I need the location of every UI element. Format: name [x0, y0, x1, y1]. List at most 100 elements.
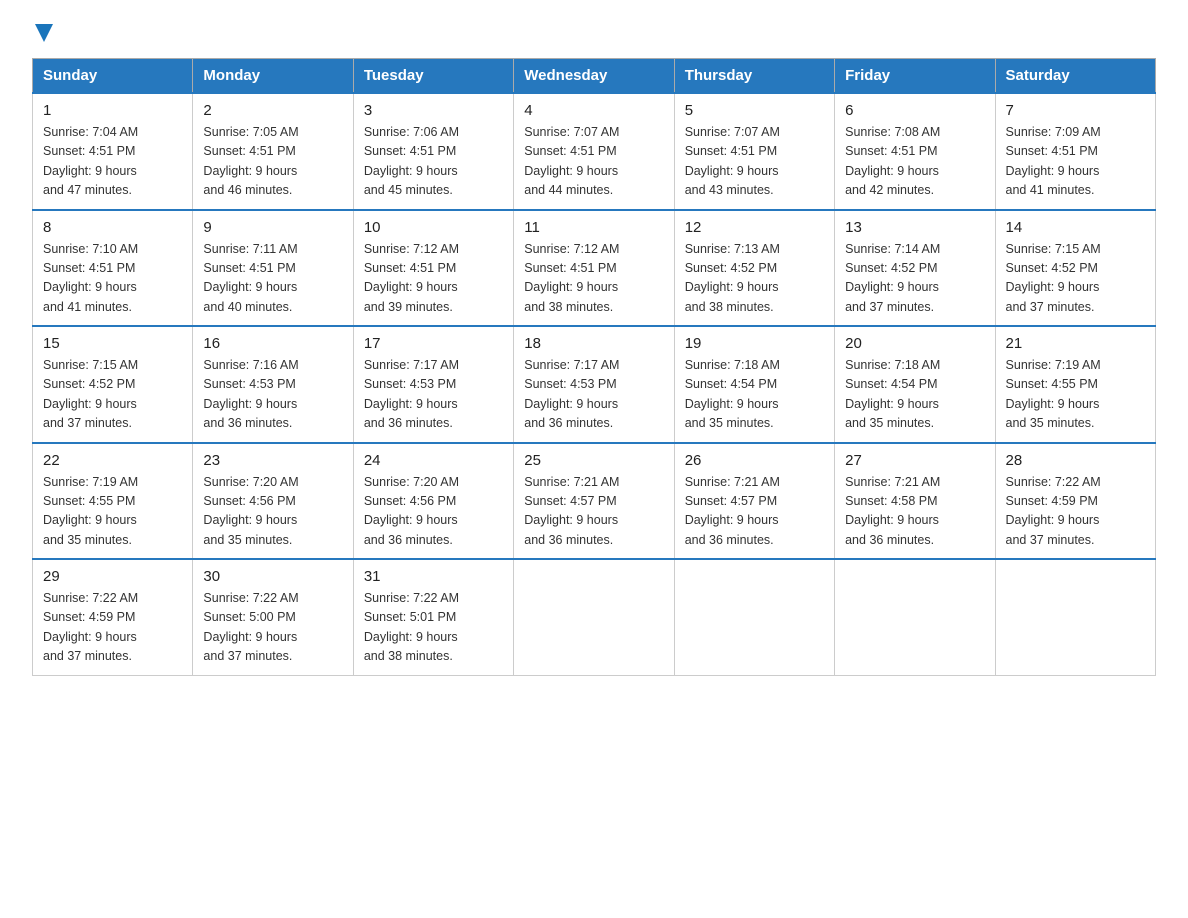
- day-info: Sunrise: 7:20 AM Sunset: 4:56 PM Dayligh…: [364, 473, 503, 551]
- calendar-cell: 5 Sunrise: 7:07 AM Sunset: 4:51 PM Dayli…: [674, 93, 834, 210]
- weekday-header-monday: Monday: [193, 59, 353, 94]
- logo: [32, 24, 53, 42]
- calendar-cell: 3 Sunrise: 7:06 AM Sunset: 4:51 PM Dayli…: [353, 93, 513, 210]
- day-number: 26: [685, 452, 824, 469]
- day-info: Sunrise: 7:22 AM Sunset: 5:00 PM Dayligh…: [203, 589, 342, 667]
- day-info: Sunrise: 7:15 AM Sunset: 4:52 PM Dayligh…: [43, 356, 182, 434]
- day-info: Sunrise: 7:10 AM Sunset: 4:51 PM Dayligh…: [43, 240, 182, 318]
- day-info: Sunrise: 7:04 AM Sunset: 4:51 PM Dayligh…: [43, 123, 182, 201]
- day-number: 24: [364, 452, 503, 469]
- day-number: 2: [203, 102, 342, 119]
- calendar-cell: 16 Sunrise: 7:16 AM Sunset: 4:53 PM Dayl…: [193, 326, 353, 443]
- logo-triangle-icon: [35, 24, 53, 42]
- calendar-cell: [674, 559, 834, 675]
- calendar-cell: 9 Sunrise: 7:11 AM Sunset: 4:51 PM Dayli…: [193, 210, 353, 327]
- week-row-2: 8 Sunrise: 7:10 AM Sunset: 4:51 PM Dayli…: [33, 210, 1156, 327]
- day-number: 30: [203, 568, 342, 585]
- day-number: 7: [1006, 102, 1145, 119]
- day-info: Sunrise: 7:19 AM Sunset: 4:55 PM Dayligh…: [1006, 356, 1145, 434]
- day-info: Sunrise: 7:07 AM Sunset: 4:51 PM Dayligh…: [685, 123, 824, 201]
- calendar-cell: 2 Sunrise: 7:05 AM Sunset: 4:51 PM Dayli…: [193, 93, 353, 210]
- day-info: Sunrise: 7:22 AM Sunset: 4:59 PM Dayligh…: [43, 589, 182, 667]
- day-number: 22: [43, 452, 182, 469]
- day-number: 9: [203, 219, 342, 236]
- day-number: 1: [43, 102, 182, 119]
- day-number: 29: [43, 568, 182, 585]
- day-number: 13: [845, 219, 984, 236]
- day-number: 11: [524, 219, 663, 236]
- day-info: Sunrise: 7:18 AM Sunset: 4:54 PM Dayligh…: [685, 356, 824, 434]
- day-info: Sunrise: 7:21 AM Sunset: 4:57 PM Dayligh…: [524, 473, 663, 551]
- day-number: 4: [524, 102, 663, 119]
- day-info: Sunrise: 7:17 AM Sunset: 4:53 PM Dayligh…: [524, 356, 663, 434]
- calendar-cell: 21 Sunrise: 7:19 AM Sunset: 4:55 PM Dayl…: [995, 326, 1155, 443]
- day-info: Sunrise: 7:15 AM Sunset: 4:52 PM Dayligh…: [1006, 240, 1145, 318]
- calendar-cell: 24 Sunrise: 7:20 AM Sunset: 4:56 PM Dayl…: [353, 443, 513, 560]
- day-number: 27: [845, 452, 984, 469]
- day-info: Sunrise: 7:05 AM Sunset: 4:51 PM Dayligh…: [203, 123, 342, 201]
- day-info: Sunrise: 7:13 AM Sunset: 4:52 PM Dayligh…: [685, 240, 824, 318]
- calendar-cell: 11 Sunrise: 7:12 AM Sunset: 4:51 PM Dayl…: [514, 210, 674, 327]
- calendar-cell: 10 Sunrise: 7:12 AM Sunset: 4:51 PM Dayl…: [353, 210, 513, 327]
- week-row-5: 29 Sunrise: 7:22 AM Sunset: 4:59 PM Dayl…: [33, 559, 1156, 675]
- day-number: 10: [364, 219, 503, 236]
- week-row-1: 1 Sunrise: 7:04 AM Sunset: 4:51 PM Dayli…: [33, 93, 1156, 210]
- week-row-3: 15 Sunrise: 7:15 AM Sunset: 4:52 PM Dayl…: [33, 326, 1156, 443]
- day-info: Sunrise: 7:16 AM Sunset: 4:53 PM Dayligh…: [203, 356, 342, 434]
- day-info: Sunrise: 7:19 AM Sunset: 4:55 PM Dayligh…: [43, 473, 182, 551]
- day-number: 25: [524, 452, 663, 469]
- calendar-cell: 28 Sunrise: 7:22 AM Sunset: 4:59 PM Dayl…: [995, 443, 1155, 560]
- calendar-cell: 4 Sunrise: 7:07 AM Sunset: 4:51 PM Dayli…: [514, 93, 674, 210]
- day-number: 23: [203, 452, 342, 469]
- week-row-4: 22 Sunrise: 7:19 AM Sunset: 4:55 PM Dayl…: [33, 443, 1156, 560]
- calendar-cell: 6 Sunrise: 7:08 AM Sunset: 4:51 PM Dayli…: [835, 93, 995, 210]
- weekday-header-wednesday: Wednesday: [514, 59, 674, 94]
- calendar-cell: 27 Sunrise: 7:21 AM Sunset: 4:58 PM Dayl…: [835, 443, 995, 560]
- day-number: 18: [524, 335, 663, 352]
- calendar-cell: 7 Sunrise: 7:09 AM Sunset: 4:51 PM Dayli…: [995, 93, 1155, 210]
- day-info: Sunrise: 7:17 AM Sunset: 4:53 PM Dayligh…: [364, 356, 503, 434]
- weekday-header-friday: Friday: [835, 59, 995, 94]
- day-info: Sunrise: 7:11 AM Sunset: 4:51 PM Dayligh…: [203, 240, 342, 318]
- calendar-cell: [514, 559, 674, 675]
- day-info: Sunrise: 7:20 AM Sunset: 4:56 PM Dayligh…: [203, 473, 342, 551]
- day-number: 21: [1006, 335, 1145, 352]
- day-info: Sunrise: 7:07 AM Sunset: 4:51 PM Dayligh…: [524, 123, 663, 201]
- weekday-header-tuesday: Tuesday: [353, 59, 513, 94]
- day-info: Sunrise: 7:21 AM Sunset: 4:57 PM Dayligh…: [685, 473, 824, 551]
- day-info: Sunrise: 7:08 AM Sunset: 4:51 PM Dayligh…: [845, 123, 984, 201]
- day-number: 12: [685, 219, 824, 236]
- day-info: Sunrise: 7:12 AM Sunset: 4:51 PM Dayligh…: [364, 240, 503, 318]
- calendar-cell: 12 Sunrise: 7:13 AM Sunset: 4:52 PM Dayl…: [674, 210, 834, 327]
- day-number: 5: [685, 102, 824, 119]
- day-number: 6: [845, 102, 984, 119]
- day-number: 28: [1006, 452, 1145, 469]
- calendar-cell: 25 Sunrise: 7:21 AM Sunset: 4:57 PM Dayl…: [514, 443, 674, 560]
- calendar-cell: 31 Sunrise: 7:22 AM Sunset: 5:01 PM Dayl…: [353, 559, 513, 675]
- calendar-cell: 22 Sunrise: 7:19 AM Sunset: 4:55 PM Dayl…: [33, 443, 193, 560]
- day-info: Sunrise: 7:22 AM Sunset: 4:59 PM Dayligh…: [1006, 473, 1145, 551]
- calendar-cell: 19 Sunrise: 7:18 AM Sunset: 4:54 PM Dayl…: [674, 326, 834, 443]
- calendar-cell: 8 Sunrise: 7:10 AM Sunset: 4:51 PM Dayli…: [33, 210, 193, 327]
- weekday-header-thursday: Thursday: [674, 59, 834, 94]
- day-info: Sunrise: 7:22 AM Sunset: 5:01 PM Dayligh…: [364, 589, 503, 667]
- calendar-cell: 13 Sunrise: 7:14 AM Sunset: 4:52 PM Dayl…: [835, 210, 995, 327]
- weekday-header-saturday: Saturday: [995, 59, 1155, 94]
- weekday-header-sunday: Sunday: [33, 59, 193, 94]
- calendar-cell: 30 Sunrise: 7:22 AM Sunset: 5:00 PM Dayl…: [193, 559, 353, 675]
- page-header: [32, 24, 1156, 42]
- day-info: Sunrise: 7:14 AM Sunset: 4:52 PM Dayligh…: [845, 240, 984, 318]
- calendar-cell: 1 Sunrise: 7:04 AM Sunset: 4:51 PM Dayli…: [33, 93, 193, 210]
- day-number: 3: [364, 102, 503, 119]
- calendar-table: SundayMondayTuesdayWednesdayThursdayFrid…: [32, 58, 1156, 676]
- day-number: 15: [43, 335, 182, 352]
- calendar-cell: 26 Sunrise: 7:21 AM Sunset: 4:57 PM Dayl…: [674, 443, 834, 560]
- calendar-cell: 20 Sunrise: 7:18 AM Sunset: 4:54 PM Dayl…: [835, 326, 995, 443]
- day-number: 14: [1006, 219, 1145, 236]
- day-info: Sunrise: 7:09 AM Sunset: 4:51 PM Dayligh…: [1006, 123, 1145, 201]
- day-info: Sunrise: 7:21 AM Sunset: 4:58 PM Dayligh…: [845, 473, 984, 551]
- calendar-cell: 23 Sunrise: 7:20 AM Sunset: 4:56 PM Dayl…: [193, 443, 353, 560]
- day-number: 17: [364, 335, 503, 352]
- calendar-cell: [995, 559, 1155, 675]
- calendar-cell: 18 Sunrise: 7:17 AM Sunset: 4:53 PM Dayl…: [514, 326, 674, 443]
